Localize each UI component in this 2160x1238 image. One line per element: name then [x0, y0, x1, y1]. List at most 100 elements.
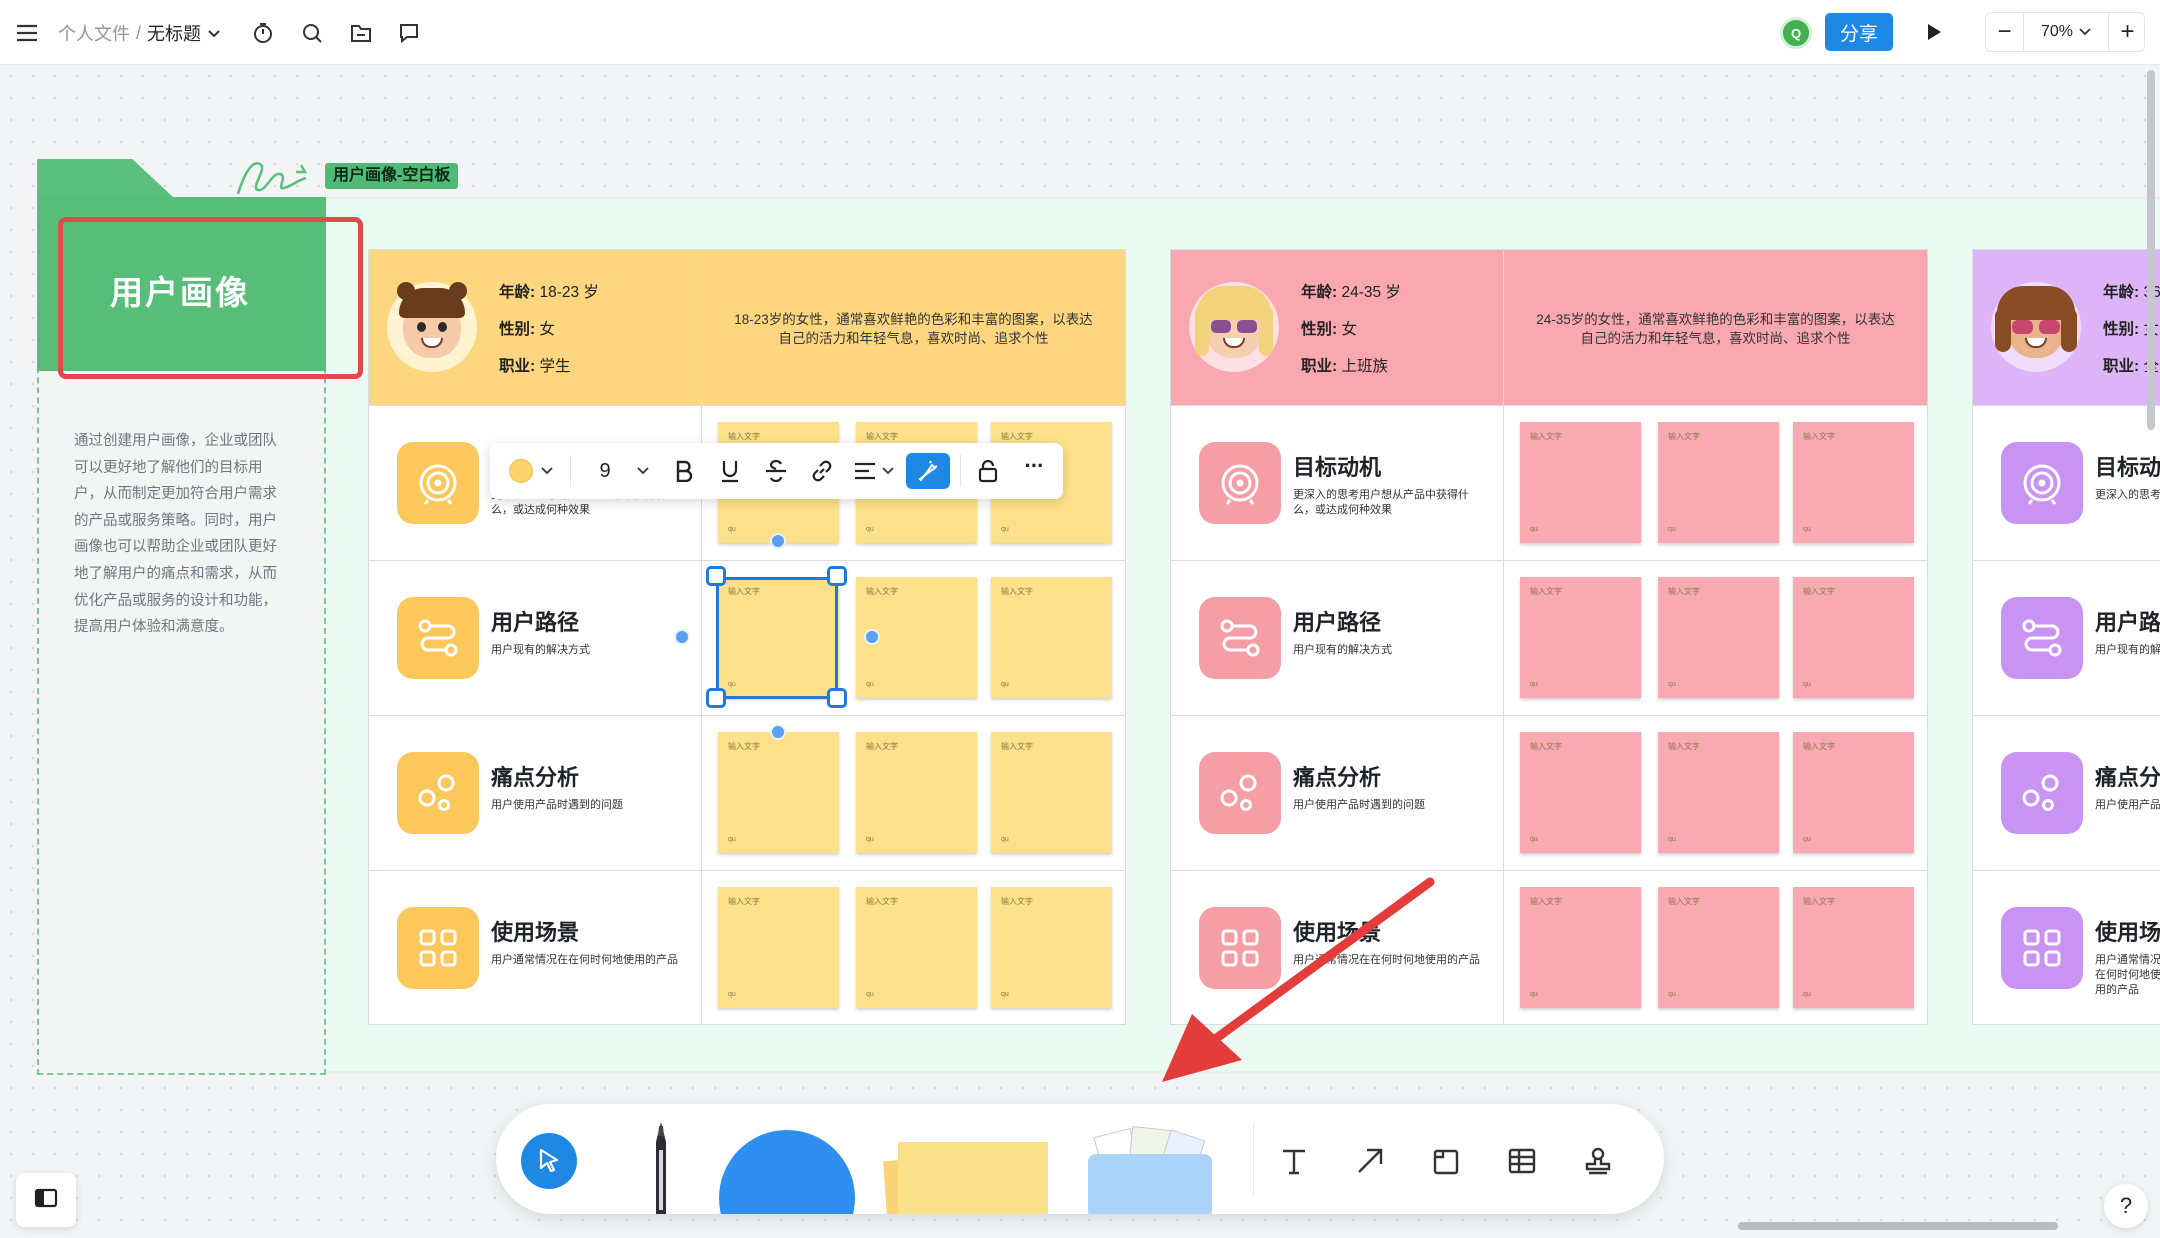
row-title[interactable]: 痛点分	[2095, 760, 2160, 792]
row-description[interactable]: 用户使用产品时遇到的问题	[1293, 798, 1483, 813]
row-description[interactable]: 用户使用产品	[2095, 798, 2160, 813]
folder-icon[interactable]	[348, 20, 374, 46]
connector-handle-right[interactable]	[864, 629, 880, 645]
row-description[interactable]: 用户通常情况在在何时何地使用的产品	[491, 953, 681, 968]
connector-arrow-icon[interactable]	[1348, 1139, 1392, 1183]
row-title[interactable]: 使用场景	[491, 915, 579, 947]
horizontal-scrollbar[interactable]	[1738, 1222, 2058, 1230]
sticky-note[interactable]: 输入文字 qu	[991, 732, 1112, 853]
row-description[interactable]: 用户现有的解决方式	[1293, 643, 1483, 658]
sticky-note[interactable]: 输入文字 qu	[1658, 577, 1779, 698]
shape-tool[interactable]	[719, 1130, 855, 1214]
resize-handle-top-left[interactable]	[706, 566, 726, 586]
connector-handle-left[interactable]	[674, 629, 690, 645]
sticky-note[interactable]: 输入文字 qu	[1520, 577, 1641, 698]
memoji-face-icon	[1195, 286, 1273, 358]
connector-handle-top[interactable]	[770, 533, 786, 549]
pen-tool[interactable]	[646, 1122, 676, 1214]
row-title[interactable]: 用户路	[2095, 605, 2160, 637]
table-tool-icon[interactable]	[1500, 1139, 1544, 1183]
sticky-note[interactable]: 输入文字 qu	[1793, 887, 1914, 1008]
comment-icon[interactable]	[396, 20, 422, 46]
select-cursor-button[interactable]	[521, 1133, 577, 1189]
row-title[interactable]: 痛点分析	[1293, 760, 1381, 792]
sticky-note[interactable]: 输入文字 qu	[1793, 577, 1914, 698]
stamp-tool-icon[interactable]	[1576, 1139, 1620, 1183]
sticky-note-tool[interactable]	[883, 1138, 1048, 1214]
row-description[interactable]: 用户现有的解决方式	[491, 643, 681, 658]
frame-label[interactable]: 用户画像-空白板	[325, 163, 459, 189]
gender-field: 性别: 女	[1301, 317, 1357, 339]
row-title[interactable]: 用户路径	[491, 605, 579, 637]
note-placeholder: 输入文字	[1668, 742, 1700, 751]
share-button[interactable]: 分享	[1825, 13, 1893, 51]
align-icon[interactable]	[848, 455, 900, 487]
age-value: 18-23 岁	[539, 284, 599, 301]
strikethrough-icon[interactable]	[758, 455, 794, 487]
sticky-note[interactable]: 输入文字 qu	[1658, 732, 1779, 853]
sticky-note[interactable]: 输入文字 qu	[1658, 422, 1779, 543]
help-button[interactable]: ?	[2104, 1184, 2148, 1228]
sticky-note[interactable]: 输入文字 qu	[856, 732, 977, 853]
row-description[interactable]: 用户现有的解	[2095, 643, 2160, 658]
vertical-scrollbar[interactable]	[2147, 70, 2155, 430]
zoom-level[interactable]: 70%	[2024, 13, 2108, 51]
sticky-note[interactable]: 输入文字 qu	[1520, 732, 1641, 853]
sticky-note[interactable]: 输入文字 qu	[991, 577, 1112, 698]
row-title[interactable]: 使用场	[2095, 915, 2160, 947]
ai-pen-icon[interactable]	[906, 453, 950, 489]
menu-icon[interactable]	[14, 20, 40, 46]
row-description[interactable]: 用户通常情况在何时何地使用的产品	[2095, 953, 2160, 998]
zoom-in-button[interactable]: +	[2108, 13, 2146, 51]
more-options-button[interactable]: ···	[1016, 453, 1052, 485]
job-field: 职业: 上班族	[1301, 354, 1388, 376]
gender-label: 性别:	[2103, 321, 2140, 338]
user-avatar[interactable]: Q	[1780, 17, 1812, 49]
frame-tool-icon[interactable]	[1424, 1139, 1468, 1183]
sticky-note[interactable]: 输入文字 qu	[991, 887, 1112, 1008]
font-size-select[interactable]: 9	[584, 455, 664, 487]
document-title[interactable]: 无标题	[147, 20, 201, 46]
chevron-down-icon[interactable]	[207, 23, 221, 44]
sticky-note[interactable]: 输入文字 qu	[718, 732, 839, 853]
note-placeholder: 输入文字	[1803, 587, 1835, 596]
template-pocket-tool[interactable]	[1088, 1126, 1212, 1214]
persona-card-3[interactable]: 年龄: 36 性别: 女 职业: 全 目标动 更深入的思考用户想从产品中获得什么…	[1972, 249, 2160, 1025]
resize-handle-top-right[interactable]	[827, 566, 847, 586]
row-description[interactable]: 更深入的思考用户想从产品中获得什么，或达成何种效果	[1293, 488, 1483, 518]
row-title[interactable]: 目标动机	[1293, 450, 1381, 482]
persona-description[interactable]: 18-23岁的女性，通常喜欢鲜艳的色彩和丰富的图案，以表达自己的活力和年轻气息，…	[732, 310, 1095, 348]
underline-icon[interactable]	[712, 455, 748, 487]
resize-handle-bottom-left[interactable]	[706, 688, 726, 708]
note-placeholder: 输入文字	[1530, 897, 1562, 906]
sticky-note[interactable]: 输入文字 qu	[718, 887, 839, 1008]
sidebar-toggle-button[interactable]	[16, 1173, 76, 1227]
fill-color-swatch[interactable]	[504, 457, 558, 485]
row-description[interactable]: 用户使用产品时遇到的问题	[491, 798, 681, 813]
grid-apps-icon	[2001, 907, 2083, 989]
sticky-note[interactable]: 输入文字 qu	[1520, 887, 1641, 1008]
search-icon[interactable]	[299, 20, 325, 46]
row-title[interactable]: 痛点分析	[491, 760, 579, 792]
zoom-out-button[interactable]: −	[1986, 13, 2024, 51]
sticky-note[interactable]: 输入文字 qu	[1793, 732, 1914, 853]
present-play-icon[interactable]	[1920, 18, 1948, 46]
text-tool-icon[interactable]	[1272, 1139, 1316, 1183]
timer-icon[interactable]	[250, 20, 276, 46]
row-description[interactable]: 更深入的思考用户想从产品中获得什么，或达成何	[2095, 488, 2160, 503]
row-title[interactable]: 目标动	[2095, 450, 2160, 482]
bold-icon[interactable]	[666, 455, 702, 487]
sticky-note[interactable]: 输入文字 qu	[1793, 422, 1914, 543]
link-icon[interactable]	[804, 455, 840, 487]
unlock-icon[interactable]	[970, 455, 1006, 487]
note-signature: qu	[1668, 836, 1676, 843]
persona-description[interactable]: 24-35岁的女性，通常喜欢鲜艳的色彩和丰富的图案，以表达自己的活力和年轻气息，…	[1534, 310, 1897, 348]
sticky-note[interactable]: 输入文字 qu	[1520, 422, 1641, 543]
resize-handle-bottom-right[interactable]	[827, 688, 847, 708]
sticky-note[interactable]: 输入文字 qu	[856, 887, 977, 1008]
sticky-note[interactable]: 输入文字 qu	[1658, 887, 1779, 1008]
connector-handle-bottom[interactable]	[770, 724, 786, 740]
breadcrumb-parent[interactable]: 个人文件	[58, 20, 130, 46]
chevron-down-icon	[2079, 23, 2091, 41]
row-title[interactable]: 用户路径	[1293, 605, 1381, 637]
